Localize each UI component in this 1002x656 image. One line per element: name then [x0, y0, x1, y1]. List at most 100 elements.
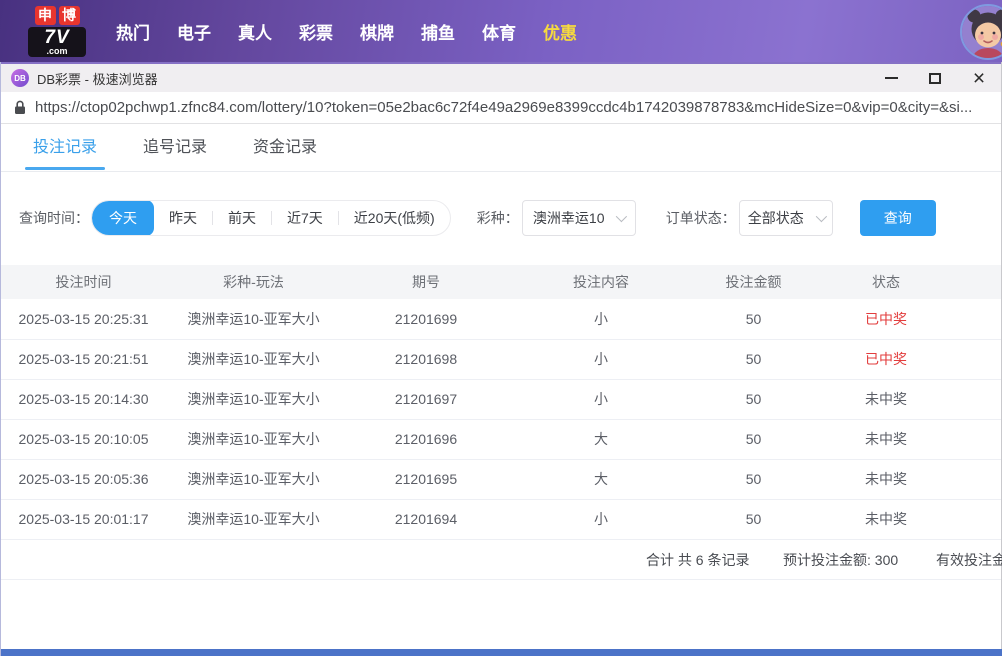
maximize-button[interactable] [913, 64, 957, 92]
col-header-time: 投注时间 [1, 265, 166, 299]
taskbar-strip [1, 649, 1002, 656]
search-button[interactable]: 查询 [860, 200, 936, 236]
cell-time: 2025-03-15 20:05:36 [1, 459, 166, 499]
cell-game: 澳洲幸运10-亚军大小 [166, 299, 341, 339]
main-nav: 热门 电子 真人 彩票 棋牌 捕鱼 体育 优惠 [116, 19, 577, 44]
table-summary: 合计 共 6 条记录 预计投注金额: 300 有效投注金 [1, 540, 1001, 580]
col-header-amount: 投注金额 [691, 265, 816, 299]
cell-issue: 21201694 [341, 499, 511, 539]
status-badge: 未中奖 [865, 391, 907, 407]
lottery-type-label: 彩种： [477, 208, 519, 228]
cell-content: 大 [511, 419, 691, 459]
table-row: 2025-03-15 20:10:05 澳洲幸运10-亚军大小 21201696… [1, 419, 1001, 459]
table-row: 2025-03-15 20:01:17 澳洲幸运10-亚军大小 21201694… [1, 499, 1001, 539]
lottery-select[interactable]: 澳洲幸运10 [522, 200, 636, 236]
order-status-label: 订单状态： [666, 208, 736, 228]
logo-badge: 博 [59, 6, 80, 25]
table-row: 2025-03-15 20:14:30 澳洲幸运10-亚军大小 21201697… [1, 379, 1001, 419]
screen: 申 博 7V .com 热门 电子 真人 彩票 棋牌 捕鱼 体育 优惠 [0, 0, 1002, 656]
tab-chase-records[interactable]: 追号记录 [141, 124, 209, 172]
cell-amount: 50 [691, 299, 816, 339]
page-content: 投注记录 追号记录 资金记录 查询时间： 今天 昨天 前天 近7天 近20天(低… [1, 124, 1001, 654]
time-range-group: 今天 昨天 前天 近7天 近20天(低频) [91, 200, 451, 236]
cell-time: 2025-03-15 20:21:51 [1, 339, 166, 379]
cell-issue: 21201695 [341, 459, 511, 499]
cell-content: 大 [511, 459, 691, 499]
window-controls: × [869, 64, 1001, 92]
summary-record-count: 合计 共 6 条记录 [646, 540, 749, 580]
minimize-icon [885, 77, 898, 79]
nav-item-lottery[interactable]: 彩票 [299, 19, 333, 44]
nav-item-fishing[interactable]: 捕鱼 [421, 19, 455, 44]
cell-time: 2025-03-15 20:25:31 [1, 299, 166, 339]
cell-time: 2025-03-15 20:01:17 [1, 499, 166, 539]
cell-game: 澳洲幸运10-亚军大小 [166, 499, 341, 539]
time-option-yesterday[interactable]: 昨天 [154, 200, 212, 236]
maximize-icon [929, 73, 941, 84]
logo-wordmark: 7V .com [28, 27, 86, 57]
table-row: 2025-03-15 20:25:31 澳洲幸运10-亚军大小 21201699… [1, 299, 1001, 339]
col-header-content: 投注内容 [511, 265, 691, 299]
chevron-down-icon [815, 211, 826, 222]
table-row: 2025-03-15 20:21:51 澳洲幸运10-亚军大小 21201698… [1, 339, 1001, 379]
cell-time: 2025-03-15 20:10:05 [1, 419, 166, 459]
cell-game: 澳洲幸运10-亚军大小 [166, 419, 341, 459]
cell-amount: 50 [691, 419, 816, 459]
site-header: 申 博 7V .com 热门 电子 真人 彩票 棋牌 捕鱼 体育 优惠 [0, 0, 1002, 62]
summary-expected-amount: 预计投注金额: 300 [783, 540, 898, 580]
order-status-select[interactable]: 全部状态 [739, 200, 833, 236]
time-option-day-before[interactable]: 前天 [213, 200, 271, 236]
url-bar[interactable]: https://ctop02pchwp1.zfnc84.com/lottery/… [1, 92, 1001, 124]
cell-amount: 50 [691, 379, 816, 419]
app-icon: DB [11, 69, 29, 87]
cell-amount: 50 [691, 499, 816, 539]
col-header-issue: 期号 [341, 265, 511, 299]
chevron-down-icon [616, 211, 627, 222]
cell-content: 小 [511, 499, 691, 539]
cell-game: 澳洲幸运10-亚军大小 [166, 459, 341, 499]
minimize-button[interactable] [869, 64, 913, 92]
avatar[interactable] [960, 4, 1002, 60]
cell-issue: 21201696 [341, 419, 511, 459]
close-icon: × [973, 68, 985, 89]
close-button[interactable]: × [957, 64, 1001, 92]
cell-issue: 21201699 [341, 299, 511, 339]
time-option-20days[interactable]: 近20天(低频) [339, 200, 450, 236]
cell-amount: 50 [691, 339, 816, 379]
logo-badge: 申 [35, 6, 56, 25]
url-text: https://ctop02pchwp1.zfnc84.com/lottery/… [35, 99, 972, 116]
time-option-today[interactable]: 今天 [92, 200, 154, 236]
record-tabs: 投注记录 追号记录 资金记录 [1, 124, 1001, 172]
col-header-status: 状态 [816, 265, 1001, 299]
nav-item-slots[interactable]: 电子 [177, 19, 211, 44]
browser-window: DB DB彩票 - 极速浏览器 × https://ctop02pchwp1.z… [0, 62, 1002, 656]
cell-game: 澳洲幸运10-亚军大小 [166, 379, 341, 419]
table-row: 2025-03-15 20:05:36 澳洲幸运10-亚军大小 21201695… [1, 459, 1001, 499]
cell-content: 小 [511, 379, 691, 419]
nav-item-promo[interactable]: 优惠 [543, 19, 577, 44]
summary-valid-amount: 有效投注金 [936, 540, 1002, 580]
nav-item-live[interactable]: 真人 [238, 19, 272, 44]
status-badge: 未中奖 [865, 471, 907, 487]
cell-issue: 21201698 [341, 339, 511, 379]
cell-issue: 21201697 [341, 379, 511, 419]
tab-fund-records[interactable]: 资金记录 [251, 124, 319, 172]
cell-content: 小 [511, 299, 691, 339]
avatar-image [962, 6, 1002, 58]
cell-time: 2025-03-15 20:14:30 [1, 379, 166, 419]
logo-badges: 申 博 [28, 6, 86, 25]
cell-game: 澳洲幸运10-亚军大小 [166, 339, 341, 379]
nav-item-hot[interactable]: 热门 [116, 19, 150, 44]
window-title: DB彩票 - 极速浏览器 [37, 69, 158, 88]
titlebar: DB DB彩票 - 极速浏览器 × [1, 62, 1001, 92]
filter-bar: 查询时间： 今天 昨天 前天 近7天 近20天(低频) 彩种： 澳洲幸运10 订… [19, 200, 1001, 236]
cell-content: 小 [511, 339, 691, 379]
time-option-7days[interactable]: 近7天 [272, 200, 338, 236]
site-logo[interactable]: 申 博 7V .com [28, 6, 86, 57]
nav-item-cards[interactable]: 棋牌 [360, 19, 394, 44]
nav-item-sports[interactable]: 体育 [482, 19, 516, 44]
tab-bet-records[interactable]: 投注记录 [31, 124, 99, 172]
status-badge: 已中奖 [865, 311, 907, 327]
lock-icon[interactable] [14, 100, 26, 115]
status-badge: 已中奖 [865, 351, 907, 367]
